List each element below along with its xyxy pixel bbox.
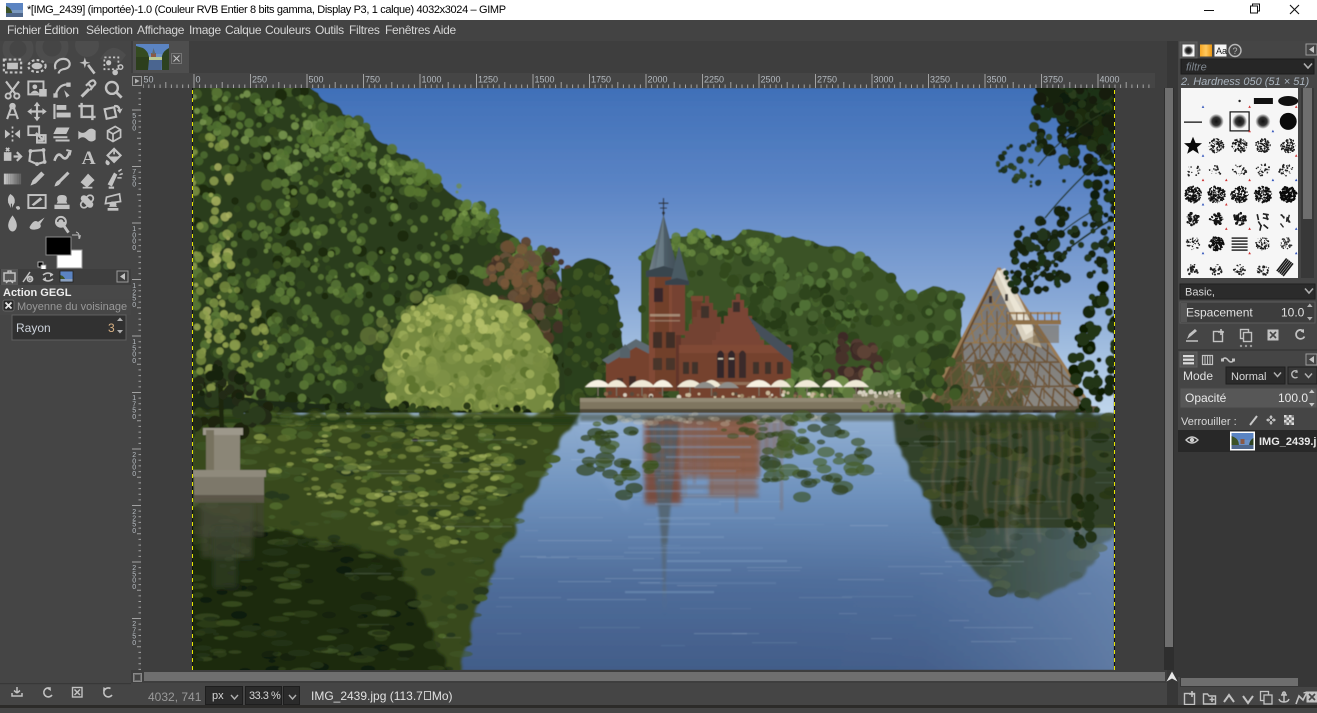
svg-text:2000: 2000 [132,452,136,478]
svg-text:2000: 2000 [648,75,668,85]
svg-text:Moyenne du voisinage: Moyenne du voisinage [17,301,127,313]
svg-text:1750: 1750 [132,395,136,421]
svg-text:Rayon: Rayon [16,321,51,335]
svg-text:1500: 1500 [535,75,555,85]
svg-text:filtre: filtre [1186,62,1207,74]
svg-text:?: ? [1233,46,1238,56]
svg-text:3250: 3250 [930,75,950,85]
svg-text:2500: 2500 [761,75,781,85]
svg-text:2250: 2250 [132,509,136,535]
svg-text:Action GEGL: Action GEGL [3,287,72,299]
svg-text:500: 500 [132,113,136,133]
svg-text:500: 500 [309,75,324,85]
svg-text:A: A [82,148,96,169]
svg-text:1500: 1500 [132,339,136,365]
svg-text:Aa: Aa [1216,46,1227,56]
svg-text:2250: 2250 [704,75,724,85]
svg-text:50: 50 [144,75,154,85]
svg-text:4000: 4000 [1100,75,1120,85]
svg-text:3500: 3500 [987,75,1007,85]
svg-text:3000: 3000 [874,75,894,85]
svg-text:1000: 1000 [422,75,442,85]
svg-text:0: 0 [196,75,201,85]
svg-text:3750: 3750 [1043,75,1063,85]
svg-text:3: 3 [108,321,115,335]
svg-text:2500: 2500 [132,565,136,591]
svg-text:1750: 1750 [591,75,611,85]
svg-text:1250: 1250 [478,75,498,85]
svg-text:1250: 1250 [132,283,136,309]
svg-text:750: 750 [365,75,380,85]
svg-text:2750: 2750 [817,75,837,85]
svg-text:250: 250 [252,75,267,85]
svg-text:750: 750 [132,169,136,189]
svg-text:2. Hardness 050 (51 × 51): 2. Hardness 050 (51 × 51) [1180,76,1309,88]
svg-text:2750: 2750 [132,621,136,647]
svg-text:1000: 1000 [132,226,136,252]
